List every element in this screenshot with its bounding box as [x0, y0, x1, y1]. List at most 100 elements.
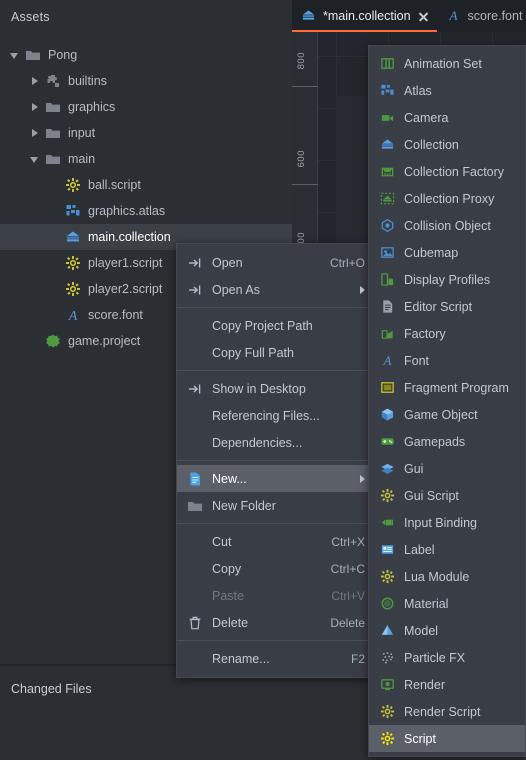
- tree-item-label: builtins: [68, 73, 107, 88]
- chevron-right-icon[interactable]: [31, 76, 40, 86]
- new-asset-item-label[interactable]: Label: [369, 536, 525, 563]
- new-asset-item-label: Render: [404, 677, 445, 692]
- new-asset-item-label: Display Profiles: [404, 272, 491, 287]
- new-asset-item-material[interactable]: Material: [369, 590, 525, 617]
- menu-item-shortcut: Ctrl+C: [330, 561, 365, 576]
- new-asset-item-animation-set[interactable]: Animation Set: [369, 50, 525, 77]
- new-asset-item-label: Font: [404, 353, 430, 368]
- new-asset-item-collection-factory[interactable]: Collection Factory: [369, 158, 525, 185]
- menu-item-label: Open: [212, 255, 243, 270]
- new-asset-item-label: Material: [404, 596, 449, 611]
- menu-item-label: New Folder: [212, 498, 276, 513]
- new-asset-item-label: Gui: [404, 461, 424, 476]
- menu-item-open[interactable]: Open Ctrl+O: [177, 249, 375, 276]
- tree-item-graphics[interactable]: graphics: [0, 94, 292, 120]
- menu-separator: [177, 523, 375, 524]
- menu-item-label: Rename...: [212, 651, 270, 666]
- open-arrow-icon: [187, 255, 203, 271]
- lua-module-icon: [380, 569, 395, 584]
- menu-item-copy[interactable]: Copy Ctrl+C: [177, 555, 375, 582]
- menu-item-label: Copy Project Path: [212, 318, 313, 333]
- new-asset-item-lua-module[interactable]: Lua Module: [369, 563, 525, 590]
- editor-script-icon: [380, 299, 395, 314]
- new-asset-item-atlas[interactable]: Atlas: [369, 77, 525, 104]
- editor-tabbar[interactable]: *main.collection Ascore.font: [292, 0, 526, 32]
- tree-item-label: player1.script: [88, 255, 163, 270]
- new-asset-item-editor-script[interactable]: Editor Script: [369, 293, 525, 320]
- menu-item-rename[interactable]: Rename... F2: [177, 645, 375, 672]
- new-asset-item-fragment-program[interactable]: Fragment Program: [369, 374, 525, 401]
- new-asset-item-game-object[interactable]: Game Object: [369, 401, 525, 428]
- menu-item-new[interactable]: New...: [177, 465, 375, 492]
- tree-item-pong[interactable]: Pong: [0, 42, 292, 68]
- open-arrow-icon: [187, 282, 203, 298]
- folder-icon: [187, 498, 203, 514]
- chevron-down-icon[interactable]: [30, 155, 40, 164]
- script-icon: [65, 255, 81, 271]
- new-asset-item-render-script[interactable]: Render Script: [369, 698, 525, 725]
- new-asset-item-particle-fx[interactable]: Particle FX: [369, 644, 525, 671]
- editor-tab-label: score.font: [467, 9, 523, 23]
- new-asset-item-input-binding[interactable]: Input Binding: [369, 509, 525, 536]
- script-icon: [65, 281, 81, 297]
- new-asset-item-factory[interactable]: Factory: [369, 320, 525, 347]
- chevron-right-icon[interactable]: [31, 102, 40, 112]
- tree-item-ball-script[interactable]: ball.script: [0, 172, 292, 198]
- new-asset-item-collection[interactable]: Collection: [369, 131, 525, 158]
- collection-factory-icon: [380, 164, 395, 179]
- new-asset-item-gui-script[interactable]: Gui Script: [369, 482, 525, 509]
- menu-item-dependencies[interactable]: Dependencies...: [177, 429, 375, 456]
- chevron-right-icon: [360, 474, 365, 483]
- font-icon: A: [65, 307, 81, 324]
- project-icon: [45, 333, 61, 349]
- menu-item-show-in-desktop[interactable]: Show in Desktop: [177, 375, 375, 402]
- atlas-icon: [380, 83, 395, 98]
- menu-item-delete[interactable]: Delete Delete: [177, 609, 375, 636]
- menu-separator: [177, 460, 375, 461]
- menu-item-new-folder[interactable]: New Folder: [177, 492, 375, 519]
- new-asset-item-collision-object[interactable]: Collision Object: [369, 212, 525, 239]
- new-asset-item-render[interactable]: Render: [369, 671, 525, 698]
- menu-item-open-as[interactable]: Open As: [177, 276, 375, 303]
- tree-item-builtins[interactable]: builtins: [0, 68, 292, 94]
- editor-tab-active[interactable]: *main.collection: [292, 0, 437, 32]
- new-asset-item-font[interactable]: A Font: [369, 347, 525, 374]
- chevron-down-icon[interactable]: [10, 51, 20, 60]
- menu-item-copy-full-path[interactable]: Copy Full Path: [177, 339, 375, 366]
- folder-icon: [45, 125, 61, 141]
- ruler-tick: [292, 86, 318, 87]
- tree-item-input[interactable]: input: [0, 120, 292, 146]
- new-asset-item-script[interactable]: Script: [369, 725, 525, 752]
- menu-item-label: Referencing Files...: [212, 408, 320, 423]
- menu-item-icon-slot: [187, 534, 203, 550]
- asset-context-menu[interactable]: Open Ctrl+O Open As Copy Project Path Copy F…: [176, 243, 376, 678]
- folder-icon: [25, 47, 41, 63]
- new-asset-item-model[interactable]: Model: [369, 617, 525, 644]
- new-asset-item-label: Editor Script: [404, 299, 473, 314]
- new-asset-item-cubemap[interactable]: Cubemap: [369, 239, 525, 266]
- script-icon: [65, 177, 81, 193]
- new-asset-item-display-profiles[interactable]: Display Profiles: [369, 266, 525, 293]
- close-icon[interactable]: [418, 11, 429, 22]
- editor-tab[interactable]: Ascore.font: [437, 0, 526, 32]
- animation-set-icon: [380, 56, 395, 71]
- new-file-icon: [187, 471, 203, 487]
- new-asset-item-gui[interactable]: Gui: [369, 455, 525, 482]
- menu-item-label: Cut: [212, 534, 232, 549]
- tree-item-graphics-atlas[interactable]: graphics.atlas: [0, 198, 292, 224]
- new-asset-item-camera[interactable]: Camera: [369, 104, 525, 131]
- menu-item-referencing-files[interactable]: Referencing Files...: [177, 402, 375, 429]
- menu-item-copy-project-path[interactable]: Copy Project Path: [177, 312, 375, 339]
- menu-item-cut[interactable]: Cut Ctrl+X: [177, 528, 375, 555]
- chevron-right-icon[interactable]: [31, 128, 40, 138]
- menu-item-label: Copy Full Path: [212, 345, 294, 360]
- new-asset-item-collection-proxy[interactable]: Collection Proxy: [369, 185, 525, 212]
- new-asset-item-label: Cubemap: [404, 245, 459, 260]
- gui-icon: [380, 461, 395, 476]
- svg-text:A: A: [448, 8, 458, 23]
- new-asset-item-gamepads[interactable]: Gamepads: [369, 428, 525, 455]
- tree-item-main[interactable]: main: [0, 146, 292, 172]
- new-asset-submenu[interactable]: Animation Set Atlas Camera Collection Collec…: [368, 45, 526, 757]
